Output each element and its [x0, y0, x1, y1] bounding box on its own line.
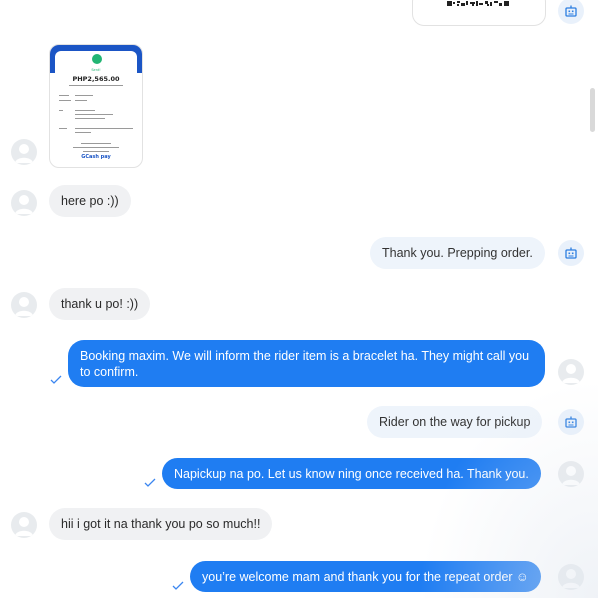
read-check-icon — [144, 478, 156, 487]
receipt-brand: GCash pay — [81, 154, 111, 160]
outgoing-message[interactable]: Booking maxim. We will inform the rider … — [68, 340, 545, 387]
user-avatar-icon — [11, 512, 37, 538]
page-avatar-icon — [558, 359, 584, 385]
incoming-message[interactable]: hii i got it na thank you po so much!! — [49, 508, 273, 540]
outgoing-message[interactable]: you’re welcome mam and thank you for the… — [190, 561, 541, 592]
incoming-message[interactable]: thank u po! :)) — [49, 288, 151, 320]
payment-receipt-image[interactable]: Sent! PHP2,565.00 GCash pay — [49, 44, 143, 168]
check-circle-icon — [92, 54, 102, 64]
read-check-icon — [172, 581, 184, 590]
receipt-status: Sent! — [91, 68, 101, 72]
user-avatar-icon — [11, 190, 37, 216]
scrollbar[interactable] — [590, 88, 595, 132]
outgoing-message[interactable]: Rider on the way for pickup — [367, 406, 543, 438]
page-avatar-icon — [558, 564, 584, 590]
chat-thread[interactable]: Sent! PHP2,565.00 GCash pay here po :)) … — [0, 0, 598, 598]
automated-reply-icon — [558, 240, 584, 266]
receipt-amount: PHP2,565.00 — [72, 75, 120, 83]
automated-reply-icon — [558, 409, 584, 435]
read-check-icon — [50, 375, 62, 384]
user-avatar-icon — [11, 292, 37, 318]
page-avatar-icon — [558, 461, 584, 487]
incoming-message[interactable]: here po :)) — [49, 185, 131, 217]
qr-code-image[interactable] — [412, 0, 546, 26]
automated-reply-icon — [558, 0, 584, 24]
user-avatar-icon — [11, 139, 37, 165]
outgoing-message[interactable]: Thank you. Prepping order. — [370, 237, 545, 269]
outgoing-message[interactable]: Napickup na po. Let us know ning once re… — [162, 458, 541, 489]
